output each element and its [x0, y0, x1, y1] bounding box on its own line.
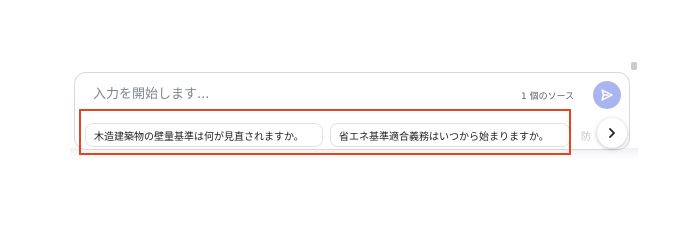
- send-icon: [601, 89, 613, 101]
- chat-input-box: 1 個のソース 木造建築物の壁量基準は何が見直されますか。 省エネ基準適合義務は…: [74, 72, 630, 150]
- send-button[interactable]: [593, 81, 621, 109]
- suggestion-chip-partial[interactable]: 防: [581, 128, 597, 143]
- chat-composer-area: 1 個のソース 木造建築物の壁量基準は何が見直されますか。 省エネ基準適合義務は…: [0, 0, 700, 244]
- chevron-right-icon: [609, 128, 615, 138]
- suggestion-chip[interactable]: 木造建築物の壁量基準は何が見直されますか。: [85, 123, 323, 147]
- prompt-input[interactable]: [93, 84, 473, 104]
- suggestion-chip[interactable]: 省エネ基準適合義務はいつから始まりますか。: [330, 123, 570, 147]
- next-suggestions-button[interactable]: [597, 118, 627, 148]
- scrollbar-thumb[interactable]: [631, 62, 637, 70]
- source-count-label: 1 個のソース: [521, 92, 575, 102]
